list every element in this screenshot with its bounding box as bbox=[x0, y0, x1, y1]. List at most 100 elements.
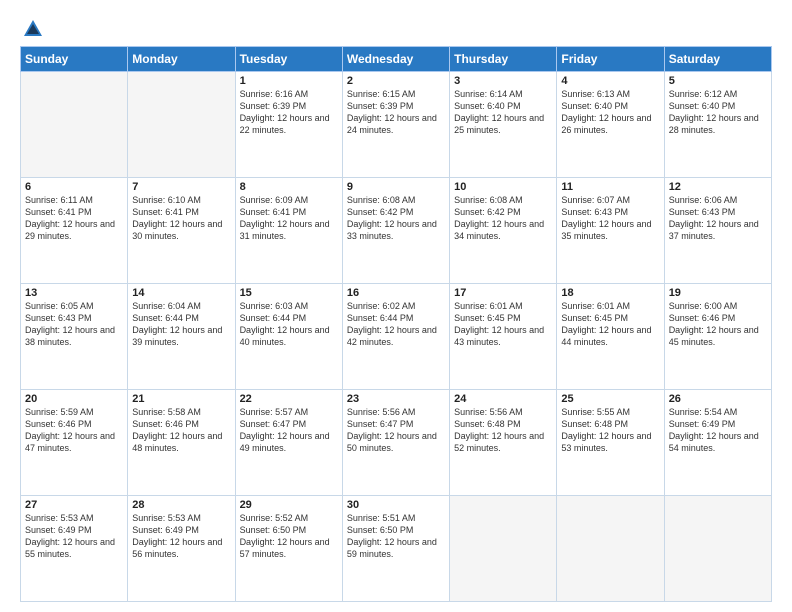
day-cell: 10Sunrise: 6:08 AM Sunset: 6:42 PM Dayli… bbox=[450, 178, 557, 284]
day-cell: 29Sunrise: 5:52 AM Sunset: 6:50 PM Dayli… bbox=[235, 496, 342, 602]
day-number: 2 bbox=[347, 75, 445, 87]
day-number: 7 bbox=[132, 181, 230, 193]
day-cell: 6Sunrise: 6:11 AM Sunset: 6:41 PM Daylig… bbox=[21, 178, 128, 284]
day-cell bbox=[21, 72, 128, 178]
day-info: Sunrise: 5:56 AM Sunset: 6:47 PM Dayligh… bbox=[347, 406, 445, 455]
day-cell bbox=[664, 496, 771, 602]
day-number: 8 bbox=[240, 181, 338, 193]
day-info: Sunrise: 6:13 AM Sunset: 6:40 PM Dayligh… bbox=[561, 88, 659, 137]
header-row: SundayMondayTuesdayWednesdayThursdayFrid… bbox=[21, 47, 772, 72]
day-info: Sunrise: 6:08 AM Sunset: 6:42 PM Dayligh… bbox=[347, 194, 445, 243]
day-cell: 11Sunrise: 6:07 AM Sunset: 6:43 PM Dayli… bbox=[557, 178, 664, 284]
day-number: 20 bbox=[25, 393, 123, 405]
day-number: 14 bbox=[132, 287, 230, 299]
day-info: Sunrise: 5:59 AM Sunset: 6:46 PM Dayligh… bbox=[25, 406, 123, 455]
day-info: Sunrise: 6:11 AM Sunset: 6:41 PM Dayligh… bbox=[25, 194, 123, 243]
day-cell: 30Sunrise: 5:51 AM Sunset: 6:50 PM Dayli… bbox=[342, 496, 449, 602]
day-info: Sunrise: 6:07 AM Sunset: 6:43 PM Dayligh… bbox=[561, 194, 659, 243]
day-number: 10 bbox=[454, 181, 552, 193]
day-number: 6 bbox=[25, 181, 123, 193]
week-row-0: 1Sunrise: 6:16 AM Sunset: 6:39 PM Daylig… bbox=[21, 72, 772, 178]
day-header-sunday: Sunday bbox=[21, 47, 128, 72]
day-cell: 2Sunrise: 6:15 AM Sunset: 6:39 PM Daylig… bbox=[342, 72, 449, 178]
week-row-4: 27Sunrise: 5:53 AM Sunset: 6:49 PM Dayli… bbox=[21, 496, 772, 602]
day-number: 5 bbox=[669, 75, 767, 87]
day-number: 15 bbox=[240, 287, 338, 299]
day-header-thursday: Thursday bbox=[450, 47, 557, 72]
day-number: 29 bbox=[240, 499, 338, 511]
day-number: 26 bbox=[669, 393, 767, 405]
day-cell: 25Sunrise: 5:55 AM Sunset: 6:48 PM Dayli… bbox=[557, 390, 664, 496]
day-info: Sunrise: 6:12 AM Sunset: 6:40 PM Dayligh… bbox=[669, 88, 767, 137]
logo-icon bbox=[22, 18, 44, 40]
day-info: Sunrise: 6:06 AM Sunset: 6:43 PM Dayligh… bbox=[669, 194, 767, 243]
day-cell: 26Sunrise: 5:54 AM Sunset: 6:49 PM Dayli… bbox=[664, 390, 771, 496]
day-info: Sunrise: 6:01 AM Sunset: 6:45 PM Dayligh… bbox=[454, 300, 552, 349]
day-number: 19 bbox=[669, 287, 767, 299]
day-cell bbox=[128, 72, 235, 178]
day-cell: 5Sunrise: 6:12 AM Sunset: 6:40 PM Daylig… bbox=[664, 72, 771, 178]
day-cell: 27Sunrise: 5:53 AM Sunset: 6:49 PM Dayli… bbox=[21, 496, 128, 602]
day-cell: 7Sunrise: 6:10 AM Sunset: 6:41 PM Daylig… bbox=[128, 178, 235, 284]
day-info: Sunrise: 5:53 AM Sunset: 6:49 PM Dayligh… bbox=[25, 512, 123, 561]
day-info: Sunrise: 6:08 AM Sunset: 6:42 PM Dayligh… bbox=[454, 194, 552, 243]
day-cell: 17Sunrise: 6:01 AM Sunset: 6:45 PM Dayli… bbox=[450, 284, 557, 390]
day-number: 16 bbox=[347, 287, 445, 299]
day-number: 28 bbox=[132, 499, 230, 511]
day-info: Sunrise: 6:05 AM Sunset: 6:43 PM Dayligh… bbox=[25, 300, 123, 349]
day-info: Sunrise: 5:56 AM Sunset: 6:48 PM Dayligh… bbox=[454, 406, 552, 455]
day-info: Sunrise: 5:57 AM Sunset: 6:47 PM Dayligh… bbox=[240, 406, 338, 455]
week-row-3: 20Sunrise: 5:59 AM Sunset: 6:46 PM Dayli… bbox=[21, 390, 772, 496]
day-cell: 28Sunrise: 5:53 AM Sunset: 6:49 PM Dayli… bbox=[128, 496, 235, 602]
day-cell: 12Sunrise: 6:06 AM Sunset: 6:43 PM Dayli… bbox=[664, 178, 771, 284]
day-info: Sunrise: 5:54 AM Sunset: 6:49 PM Dayligh… bbox=[669, 406, 767, 455]
day-info: Sunrise: 6:00 AM Sunset: 6:46 PM Dayligh… bbox=[669, 300, 767, 349]
logo bbox=[20, 18, 44, 36]
day-info: Sunrise: 5:51 AM Sunset: 6:50 PM Dayligh… bbox=[347, 512, 445, 561]
day-cell: 24Sunrise: 5:56 AM Sunset: 6:48 PM Dayli… bbox=[450, 390, 557, 496]
day-cell bbox=[557, 496, 664, 602]
day-info: Sunrise: 5:55 AM Sunset: 6:48 PM Dayligh… bbox=[561, 406, 659, 455]
day-number: 4 bbox=[561, 75, 659, 87]
day-info: Sunrise: 6:01 AM Sunset: 6:45 PM Dayligh… bbox=[561, 300, 659, 349]
day-cell: 13Sunrise: 6:05 AM Sunset: 6:43 PM Dayli… bbox=[21, 284, 128, 390]
day-cell: 23Sunrise: 5:56 AM Sunset: 6:47 PM Dayli… bbox=[342, 390, 449, 496]
day-header-monday: Monday bbox=[128, 47, 235, 72]
day-header-tuesday: Tuesday bbox=[235, 47, 342, 72]
calendar: SundayMondayTuesdayWednesdayThursdayFrid… bbox=[20, 46, 772, 602]
day-number: 17 bbox=[454, 287, 552, 299]
day-info: Sunrise: 6:16 AM Sunset: 6:39 PM Dayligh… bbox=[240, 88, 338, 137]
day-header-saturday: Saturday bbox=[664, 47, 771, 72]
day-info: Sunrise: 6:02 AM Sunset: 6:44 PM Dayligh… bbox=[347, 300, 445, 349]
day-info: Sunrise: 5:52 AM Sunset: 6:50 PM Dayligh… bbox=[240, 512, 338, 561]
day-cell: 14Sunrise: 6:04 AM Sunset: 6:44 PM Dayli… bbox=[128, 284, 235, 390]
day-cell: 20Sunrise: 5:59 AM Sunset: 6:46 PM Dayli… bbox=[21, 390, 128, 496]
day-number: 3 bbox=[454, 75, 552, 87]
day-info: Sunrise: 6:14 AM Sunset: 6:40 PM Dayligh… bbox=[454, 88, 552, 137]
day-number: 21 bbox=[132, 393, 230, 405]
day-cell: 19Sunrise: 6:00 AM Sunset: 6:46 PM Dayli… bbox=[664, 284, 771, 390]
logo-text bbox=[20, 18, 44, 40]
day-number: 22 bbox=[240, 393, 338, 405]
day-cell: 21Sunrise: 5:58 AM Sunset: 6:46 PM Dayli… bbox=[128, 390, 235, 496]
day-number: 24 bbox=[454, 393, 552, 405]
day-info: Sunrise: 5:58 AM Sunset: 6:46 PM Dayligh… bbox=[132, 406, 230, 455]
day-number: 13 bbox=[25, 287, 123, 299]
day-info: Sunrise: 6:10 AM Sunset: 6:41 PM Dayligh… bbox=[132, 194, 230, 243]
day-number: 11 bbox=[561, 181, 659, 193]
day-info: Sunrise: 5:53 AM Sunset: 6:49 PM Dayligh… bbox=[132, 512, 230, 561]
day-number: 9 bbox=[347, 181, 445, 193]
day-number: 18 bbox=[561, 287, 659, 299]
day-cell: 16Sunrise: 6:02 AM Sunset: 6:44 PM Dayli… bbox=[342, 284, 449, 390]
page: SundayMondayTuesdayWednesdayThursdayFrid… bbox=[0, 0, 792, 612]
day-number: 1 bbox=[240, 75, 338, 87]
day-number: 23 bbox=[347, 393, 445, 405]
day-number: 25 bbox=[561, 393, 659, 405]
day-number: 12 bbox=[669, 181, 767, 193]
day-cell: 3Sunrise: 6:14 AM Sunset: 6:40 PM Daylig… bbox=[450, 72, 557, 178]
day-cell: 8Sunrise: 6:09 AM Sunset: 6:41 PM Daylig… bbox=[235, 178, 342, 284]
header bbox=[20, 18, 772, 36]
day-cell: 15Sunrise: 6:03 AM Sunset: 6:44 PM Dayli… bbox=[235, 284, 342, 390]
day-header-wednesday: Wednesday bbox=[342, 47, 449, 72]
day-cell: 1Sunrise: 6:16 AM Sunset: 6:39 PM Daylig… bbox=[235, 72, 342, 178]
